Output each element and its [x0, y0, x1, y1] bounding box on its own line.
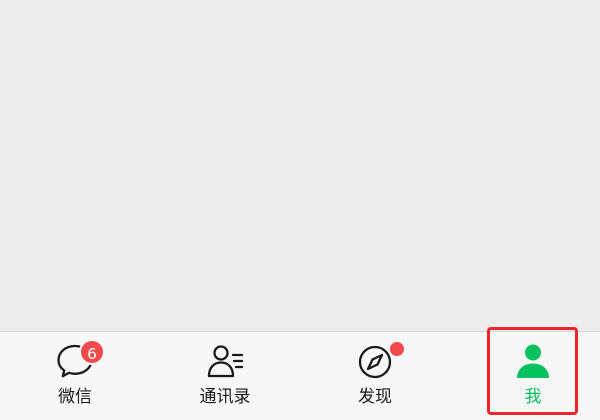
- tab-contacts[interactable]: 通讯录: [150, 332, 300, 420]
- contacts-icon: [205, 341, 245, 381]
- tab-me[interactable]: 我: [458, 332, 600, 420]
- compass-icon: [355, 341, 395, 381]
- tab-label: 微信: [58, 387, 92, 407]
- tab-label: 通讯录: [199, 387, 251, 407]
- app-screen: 6 微信 通讯录 发现 我: [0, 0, 600, 420]
- tab-label: 发现: [358, 387, 392, 407]
- content-area: [0, 0, 600, 331]
- tab-chats[interactable]: 6 微信: [0, 332, 150, 420]
- tab-discover[interactable]: 发现: [300, 332, 450, 420]
- tab-label: 我: [524, 387, 542, 407]
- notification-dot: [390, 342, 404, 356]
- bottom-tab-bar: 6 微信 通讯录 发现 我: [0, 331, 600, 420]
- person-icon: [513, 341, 553, 381]
- unread-badge: 6: [79, 339, 105, 365]
